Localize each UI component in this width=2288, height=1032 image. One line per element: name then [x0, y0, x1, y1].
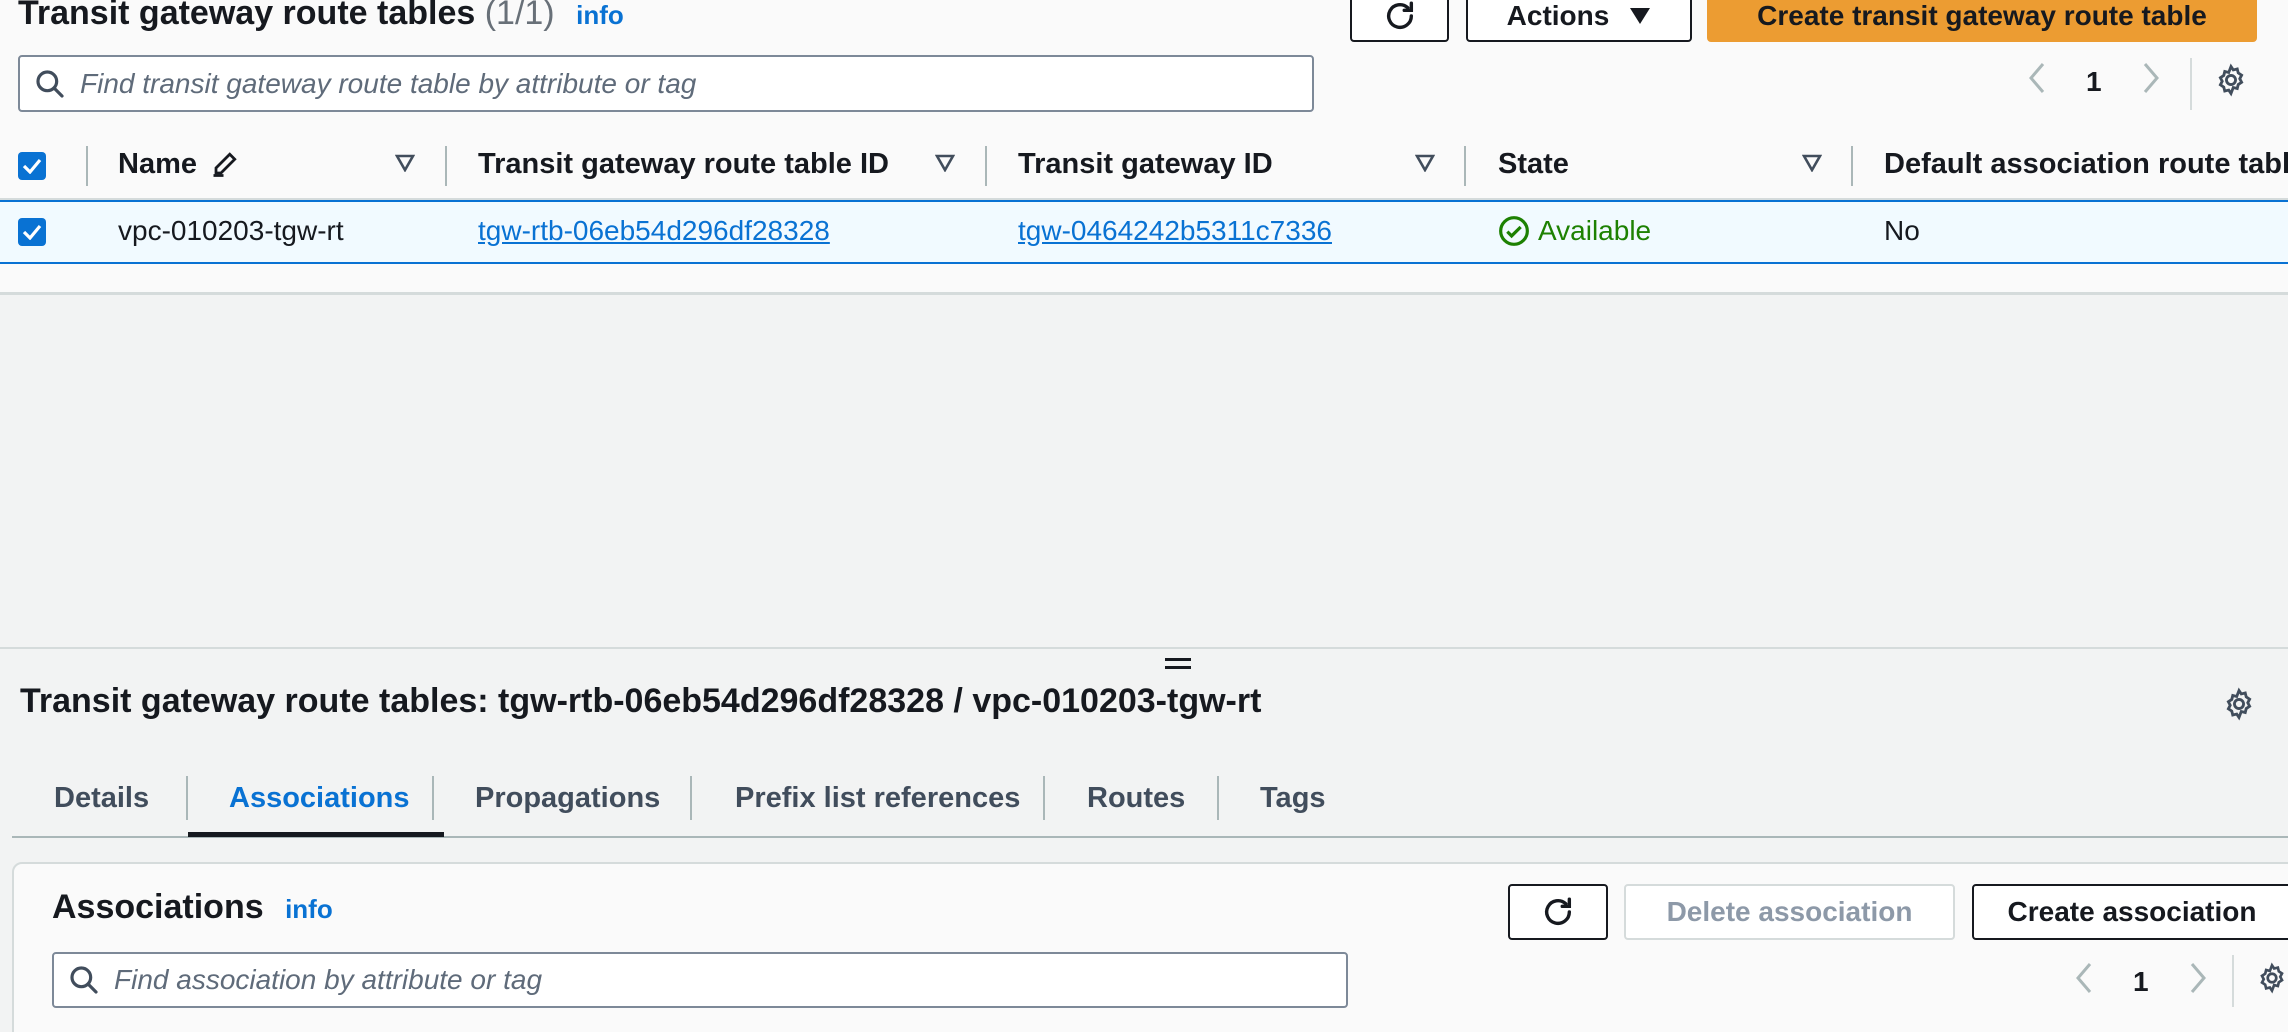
column-header-default-association[interactable]: Default association route table — [1884, 148, 2288, 181]
search-icon — [70, 966, 98, 994]
associations-title: Associations — [52, 888, 264, 926]
tab-prefix-list-references[interactable]: Prefix list references — [735, 782, 1020, 815]
detail-tabs: Details Associations Propagations Prefix… — [12, 772, 2288, 838]
create-route-table-button[interactable]: Create transit gateway route table — [1707, 0, 2257, 42]
refresh-icon — [1544, 897, 1572, 925]
associations-preferences-gear-icon[interactable] — [2256, 962, 2288, 999]
actions-label: Actions — [1506, 0, 1610, 31]
create-association-button[interactable]: Create association — [1972, 884, 2288, 940]
associations-info-link[interactable]: info — [285, 894, 333, 924]
route-tables-info-link[interactable]: info — [576, 0, 624, 30]
cell-state: Available — [1498, 215, 1651, 247]
prev-page-icon[interactable] — [2028, 62, 2046, 101]
refresh-button[interactable] — [1350, 0, 1449, 42]
page-number[interactable]: 1 — [2086, 66, 2102, 98]
status-text: Available — [1538, 215, 1652, 246]
actions-dropdown-button[interactable]: Actions — [1466, 0, 1692, 42]
column-divider — [985, 146, 987, 186]
sort-down-icon[interactable] — [935, 154, 955, 172]
split-panel-settings-gear-icon[interactable] — [2222, 687, 2256, 726]
column-divider — [1851, 146, 1853, 186]
route-tables-title: Transit gateway route tables — [18, 0, 476, 32]
associations-refresh-button[interactable] — [1508, 884, 1608, 940]
column-header-state[interactable]: State — [1498, 148, 1569, 181]
column-divider — [445, 146, 447, 186]
caret-down-icon — [1630, 8, 1651, 24]
tab-routes[interactable]: Routes — [1087, 782, 1185, 815]
cell-gateway-id-link[interactable]: tgw-0464242b5311c7336 — [1018, 215, 1332, 247]
column-divider — [1464, 146, 1466, 186]
tab-divider — [432, 776, 434, 820]
association-search-placeholder: Find association by attribute or tag — [114, 964, 543, 995]
tab-divider — [1217, 776, 1219, 820]
tab-associations[interactable]: Associations — [229, 782, 410, 815]
checkmark-icon — [22, 158, 42, 174]
column-header-name[interactable]: Name — [118, 148, 241, 181]
sort-down-icon[interactable] — [395, 154, 415, 172]
cell-default-association: No — [1884, 215, 1920, 246]
table-row[interactable]: vpc-010203-tgw-rt tgw-rtb-06eb54d296df28… — [0, 200, 2288, 264]
select-all-checkbox[interactable] — [18, 152, 46, 180]
search-icon — [36, 69, 64, 98]
checkmark-icon — [22, 224, 42, 240]
associations-heading: Associations info — [52, 888, 333, 927]
tab-propagations[interactable]: Propagations — [475, 782, 660, 815]
sort-down-icon[interactable] — [1415, 154, 1435, 172]
next-page-icon[interactable] — [2142, 62, 2160, 101]
detail-title: Transit gateway route tables: tgw-rtb-06… — [20, 682, 1262, 720]
split-panel-divider — [0, 647, 2288, 649]
route-tables-count: (1/1) — [484, 0, 555, 32]
prev-page-icon[interactable] — [2075, 962, 2093, 1001]
row-checkbox[interactable] — [18, 218, 46, 246]
pagination: 1 — [2028, 62, 2160, 101]
status-check-circle-icon — [1499, 216, 1529, 246]
tab-tags[interactable]: Tags — [1260, 782, 1326, 815]
column-divider — [86, 146, 88, 186]
table-header: Name Transit gateway route table ID Tran… — [0, 134, 2288, 200]
delete-association-button[interactable]: Delete association — [1624, 884, 1955, 940]
column-header-name-label: Name — [118, 148, 197, 180]
active-tab-indicator — [188, 832, 444, 837]
column-header-gateway-id[interactable]: Transit gateway ID — [1018, 148, 1273, 181]
edit-pencil-icon — [213, 152, 237, 177]
divider — [2190, 58, 2192, 110]
route-tables-panel: Transit gateway route tables (1/1) info … — [0, 0, 2288, 295]
column-header-route-table-id[interactable]: Transit gateway route table ID — [478, 148, 889, 181]
preferences-gear-icon[interactable] — [2214, 63, 2248, 102]
page-number[interactable]: 1 — [2133, 966, 2149, 998]
resize-handle-icon[interactable] — [1165, 658, 1191, 672]
refresh-icon — [1386, 1, 1413, 29]
cell-route-table-id-link[interactable]: tgw-rtb-06eb54d296df28328 — [478, 215, 830, 247]
association-search-input[interactable]: Find association by attribute or tag — [52, 952, 1348, 1008]
tab-divider — [1043, 776, 1045, 820]
route-table-search-input[interactable]: Find transit gateway route table by attr… — [18, 55, 1314, 112]
route-table-search-placeholder: Find transit gateway route table by attr… — [80, 67, 697, 99]
route-tables-heading: Transit gateway route tables (1/1) info — [18, 0, 624, 33]
next-page-icon[interactable] — [2189, 962, 2207, 1001]
associations-pagination: 1 — [2075, 962, 2207, 1001]
tab-details[interactable]: Details — [54, 782, 149, 815]
sort-down-icon[interactable] — [1802, 154, 1822, 172]
divider — [2232, 955, 2234, 1007]
tab-divider — [690, 776, 692, 820]
tab-divider — [186, 776, 188, 820]
cell-name: vpc-010203-tgw-rt — [118, 215, 344, 246]
